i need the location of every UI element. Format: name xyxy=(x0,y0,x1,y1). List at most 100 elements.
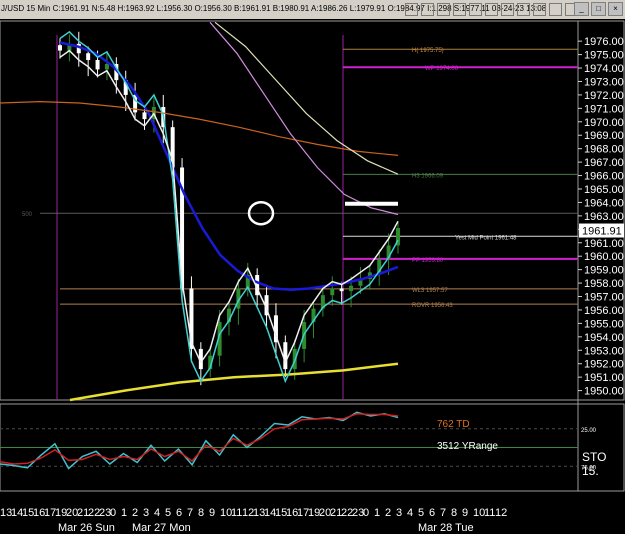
toolbar-icon[interactable] xyxy=(421,3,434,16)
y-tick-label: 1961.00 xyxy=(584,238,624,250)
x-tick-label: 4 xyxy=(154,507,160,519)
toolbar-icons xyxy=(405,3,578,16)
toolbar-icon[interactable] xyxy=(517,3,530,16)
x-date-label: Mar 27 Mon xyxy=(132,522,191,534)
x-date-label: Mar 26 Sun xyxy=(58,522,115,534)
chart-title-bar: J/USD 15 Min C:1961.91 N:5.48 H:1963.92 … xyxy=(0,0,625,19)
toolbar-icon[interactable] xyxy=(437,3,450,16)
td-label: 762 TD xyxy=(437,419,470,430)
y-tick-label: 1966.00 xyxy=(584,171,624,183)
y-tick-label: 1969.00 xyxy=(584,130,624,142)
level-label: Yest Mid Point 1961.48 xyxy=(455,235,517,241)
candle-body xyxy=(339,288,344,292)
x-tick-label: 4 xyxy=(407,507,413,519)
y-tick-label: 1967.00 xyxy=(584,157,624,169)
y-tick-label: 1957.00 xyxy=(584,292,624,304)
x-tick-label: 8 xyxy=(198,507,204,519)
x-tick-label: 1 xyxy=(374,507,380,519)
x-tick-label: 1 xyxy=(121,507,127,519)
x-tick-label: 7 xyxy=(440,507,446,519)
level-label: WP 1974.06 xyxy=(425,66,459,72)
toolbar-icon[interactable] xyxy=(469,3,482,16)
minimize-button[interactable]: _ xyxy=(574,2,589,16)
y-tick-label: 1952.00 xyxy=(584,359,624,371)
moving-average-line xyxy=(0,100,399,156)
candle-body xyxy=(330,288,335,296)
y-tick-label: 1955.00 xyxy=(584,318,624,330)
last-price-label: 1961.91 xyxy=(582,226,622,238)
price-panel: 1950.00 1951.001952.00 1953.001954.00 1955.… xyxy=(0,20,625,491)
x-axis: 131415161719202122230 1 2 3 4 5 6 7 8 9 1011 121314… xyxy=(0,507,507,534)
level-label: WL3 1957.57 xyxy=(412,288,448,294)
x-tick-label: 2 xyxy=(132,507,138,519)
x-tick-label: 8 xyxy=(451,507,457,519)
y-tick-label: 1963.00 xyxy=(584,211,624,223)
x-tick-label: 9 xyxy=(209,507,215,519)
y-tick-label: 1971.00 xyxy=(584,103,624,115)
moving-average-line xyxy=(214,21,399,175)
candle-body xyxy=(349,285,354,292)
y-tick-label: 1953.00 xyxy=(584,345,624,357)
x-tick-label: 2 xyxy=(385,507,391,519)
y-tick-label: 1965.00 xyxy=(584,184,624,196)
moving-average-line xyxy=(209,21,399,216)
x-tick-label: 3 xyxy=(143,507,149,519)
x-tick-label: 11 xyxy=(231,507,242,519)
x-tick-label: 6 xyxy=(429,507,435,519)
level-label: ROVR 1956.43 xyxy=(412,303,453,309)
level-label: H3 1966.09 xyxy=(412,173,444,179)
y-tick-label: 1964.00 xyxy=(584,197,624,209)
y-tick-label: 1975.00 xyxy=(584,50,624,62)
y-tick-label: 1972.00 xyxy=(584,90,624,102)
x-tick-label: 12 xyxy=(495,507,507,519)
level-label: 500 xyxy=(22,212,33,218)
toolbar-icon[interactable] xyxy=(533,3,546,16)
x-tick-label: 3 xyxy=(396,507,402,519)
moving-average-line xyxy=(59,41,399,292)
y-tick-label: 1973.00 xyxy=(584,76,624,88)
candle-body xyxy=(95,59,100,70)
y-tick-label: 1968.00 xyxy=(584,144,624,156)
y-tick-label: 1954.00 xyxy=(584,332,624,344)
candle-body xyxy=(58,45,62,51)
sto-series-line xyxy=(0,413,399,465)
x-tick-label: 11 xyxy=(484,507,495,519)
y-tick-label: 1951.00 xyxy=(584,372,624,384)
x-tick-label: 5 xyxy=(165,507,171,519)
yrange-label: 3512 YRange xyxy=(437,441,498,452)
x-tick-label: 6 xyxy=(176,507,182,519)
x-tick-label: 7 xyxy=(187,507,193,519)
price-panel-frame xyxy=(0,20,625,401)
candle-body xyxy=(142,112,147,120)
moving-average-line xyxy=(69,362,399,402)
candle-body xyxy=(283,342,288,370)
x-date-label: Mar 28 Tue xyxy=(418,522,474,534)
x-tick-label: 5 xyxy=(418,507,424,519)
toolbar-icon[interactable] xyxy=(501,3,514,16)
toolbar-icon[interactable] xyxy=(549,3,562,16)
toolbar-icon[interactable] xyxy=(405,3,418,16)
x-tick-label: 0 xyxy=(363,507,369,519)
y-tick-label: 1960.00 xyxy=(584,251,624,263)
y-tick-label: 1974.00 xyxy=(584,63,624,75)
x-tick-label: 0 xyxy=(110,507,116,519)
sto-tick-label: 25.00 xyxy=(581,428,597,434)
sto-series-line xyxy=(0,411,399,470)
y-tick-label: 1958.00 xyxy=(584,278,624,290)
y-tick-label: 1976.00 xyxy=(584,36,624,48)
level-label: PP 1959.80 xyxy=(412,258,444,264)
y-tick-label: 1959.00 xyxy=(584,265,624,277)
toolbar-icon[interactable] xyxy=(485,3,498,16)
y-tick-label: 1956.00 xyxy=(584,305,624,317)
stochastic-panel: 25.0075.00762 TD3512 YRange xyxy=(0,403,625,492)
candle-body xyxy=(86,53,91,60)
candle-body xyxy=(104,64,109,70)
y-tick-label: 1950.00 xyxy=(584,386,624,398)
y-tick-label: 1970.00 xyxy=(584,117,624,129)
maximize-button[interactable]: □ xyxy=(591,2,606,16)
sto-indicator-label: STO 15. xyxy=(582,450,607,478)
x-tick-label: 9 xyxy=(462,507,468,519)
toolbar-icon[interactable] xyxy=(453,3,466,16)
close-button[interactable]: × xyxy=(608,2,623,16)
price-chart: 1950.00 1951.001952.00 1953.001954.00 1955.… xyxy=(0,20,625,534)
